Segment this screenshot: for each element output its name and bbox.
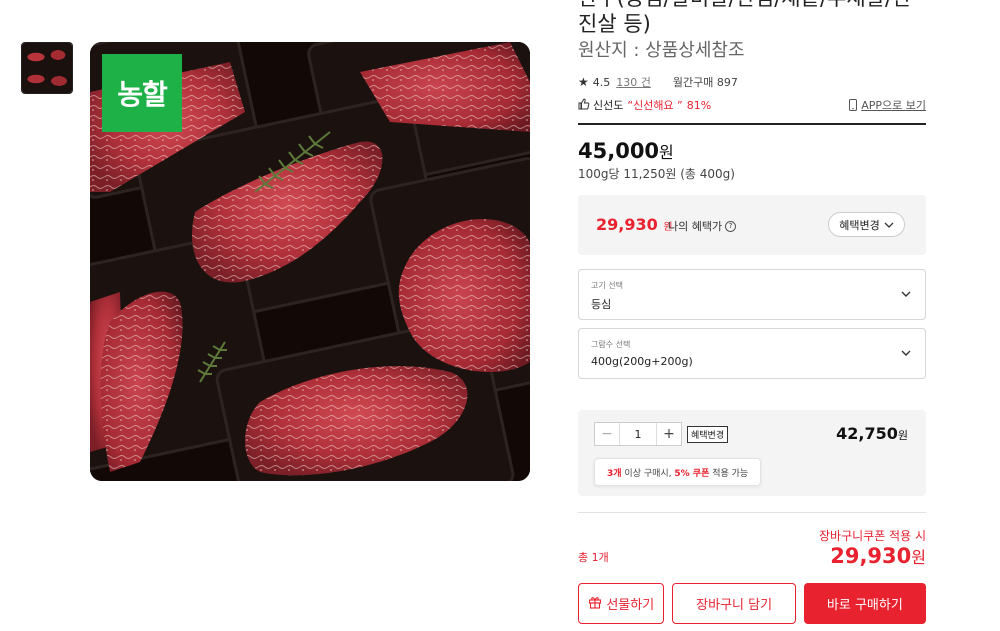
coupon-tip-text: 이상 구매시, bbox=[621, 468, 675, 479]
quantity-input[interactable]: 1 bbox=[619, 423, 657, 445]
gift-icon bbox=[588, 595, 602, 613]
benefit-change-label: 혜택변경 bbox=[839, 218, 880, 232]
decrease-button[interactable]: − bbox=[595, 423, 619, 445]
weight-select-value: 400g(200g+200g) bbox=[591, 355, 693, 368]
freshness-quote: “신선해요 ” bbox=[627, 99, 683, 112]
benefit-change-badge[interactable]: 혜택변경 bbox=[687, 426, 729, 443]
gift-button[interactable]: 선물하기 bbox=[578, 583, 665, 624]
review-count-link[interactable]: 130 건 bbox=[616, 74, 651, 90]
coupon-tip-suffix: 적용 가능 bbox=[709, 468, 749, 479]
increase-button[interactable]: + bbox=[657, 423, 681, 445]
meat-select-label: 고기 선택 bbox=[591, 281, 623, 290]
quantity-stepper: − 1 + bbox=[594, 422, 682, 446]
meat-select-value: 등심 bbox=[591, 298, 612, 311]
star-icon: ★ bbox=[578, 75, 589, 89]
item-price-value: 42,750 bbox=[836, 424, 898, 443]
thumbs-up-icon bbox=[578, 97, 590, 113]
product-thumbnail[interactable] bbox=[21, 42, 73, 94]
coupon-tip-rate: 5% 쿠폰 bbox=[674, 468, 710, 479]
benefit-label-text: 나의 혜택가 bbox=[668, 220, 723, 233]
origin-text: 원산지 : 상품상세참조 bbox=[578, 40, 745, 61]
phone-icon bbox=[849, 99, 858, 111]
weight-select-label: 그람수 선택 bbox=[591, 340, 631, 349]
meat-select[interactable]: 고기 선택 등심 bbox=[578, 269, 926, 320]
coupon-tip-qty: 3개 bbox=[607, 468, 622, 479]
benefit-change-button[interactable]: 혜택변경 bbox=[828, 212, 905, 237]
benefit-label: 나의 혜택가 ? bbox=[668, 218, 737, 234]
gift-label: 선물하기 bbox=[606, 598, 655, 613]
product-title-line2: 진살 등) bbox=[578, 12, 651, 36]
product-price: 45,000원 bbox=[578, 139, 674, 163]
price-value: 45,000 bbox=[578, 139, 660, 163]
total-price-value: 29,930 bbox=[830, 544, 912, 568]
coupon-tooltip: 3개 이상 구매시, 5% 쿠폰 적용 가능 bbox=[594, 458, 762, 486]
add-to-cart-button[interactable]: 장바구니 담기 bbox=[672, 583, 796, 624]
divider bbox=[578, 123, 926, 125]
chevron-down-icon bbox=[901, 345, 911, 359]
total-price: 29,930원 bbox=[830, 544, 926, 568]
divider bbox=[578, 512, 926, 513]
price-won: 원 bbox=[659, 143, 674, 162]
chevron-down-icon bbox=[884, 218, 894, 231]
monthly-purchase: 월간구매 897 bbox=[672, 76, 738, 89]
total-count: 총 1개 bbox=[578, 551, 609, 564]
freshness-row: 신선도 “신선해요 ” 81% APP으로 보기 bbox=[578, 97, 926, 113]
help-icon[interactable]: ? bbox=[725, 220, 737, 232]
thumbnail-image bbox=[22, 43, 72, 93]
item-price: 42,750원 bbox=[836, 424, 908, 443]
action-buttons: 선물하기 장바구니 담기 바로 구매하기 bbox=[578, 583, 926, 624]
quantity-box: − 1 + 혜택변경 42,750원 3개 이상 구매시, 5% 쿠폰 적용 가… bbox=[578, 410, 926, 496]
nonghal-badge: 농할 bbox=[102, 54, 182, 132]
app-view-label: APP으로 보기 bbox=[861, 99, 926, 112]
product-main-image: 농할 bbox=[90, 42, 530, 481]
rating-score: 4.5 bbox=[592, 75, 611, 89]
freshness-percent: 81% bbox=[686, 98, 712, 112]
rating-row: ★ 4.5 130 건 월간구매 897 bbox=[578, 74, 738, 90]
app-view-link[interactable]: APP으로 보기 bbox=[849, 97, 926, 113]
total-price-won: 원 bbox=[911, 548, 926, 567]
item-price-won: 원 bbox=[897, 429, 908, 442]
unit-price: 100g당 11,250원 (총 400g) bbox=[578, 167, 735, 181]
benefit-price-value: 29,930 bbox=[596, 215, 658, 234]
buy-now-button[interactable]: 바로 구매하기 bbox=[803, 583, 926, 624]
weight-select[interactable]: 그람수 선택 400g(200g+200g) bbox=[578, 328, 926, 379]
chevron-down-icon bbox=[901, 286, 911, 300]
benefit-box: 29,930 원 나의 혜택가 ? 혜택변경 bbox=[578, 195, 926, 255]
benefit-price: 29,930 원 bbox=[596, 215, 673, 234]
freshness-label: 신선도 bbox=[593, 99, 624, 112]
cart-coupon-label: 장바구니쿠폰 적용 시 bbox=[819, 529, 926, 543]
